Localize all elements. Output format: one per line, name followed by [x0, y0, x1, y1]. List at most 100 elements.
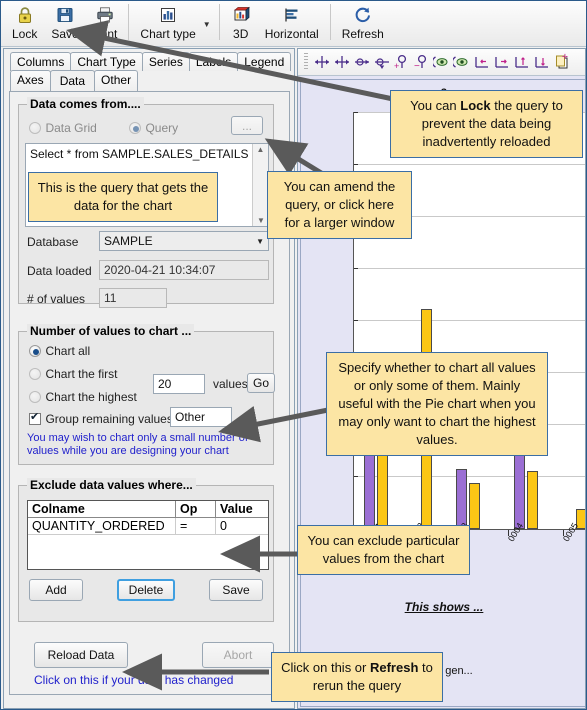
svg-text:✛: ✛ [562, 53, 568, 61]
expand-horizontal-icon[interactable] [353, 53, 371, 71]
toolbar-button-refresh[interactable]: Refresh [335, 1, 391, 45]
reload-data-button[interactable]: Reload Data [34, 642, 128, 668]
lock-icon [15, 4, 35, 26]
values-hint-line-1: You may wish to chart only a small numbe… [27, 432, 248, 444]
toolbar-label-save: Save [51, 27, 79, 41]
radio-icon-data-grid [29, 121, 41, 134]
radio-chart-first[interactable]: Chart the first [29, 365, 117, 383]
callout-refresh-text: Click on this or Refresh to rerun the qu… [281, 660, 433, 693]
tab-labels[interactable]: Labels [188, 52, 239, 71]
toolbar-label-refresh: Refresh [341, 27, 384, 41]
toolbar-grip-handle[interactable] [304, 53, 308, 71]
cube-3d-icon [231, 4, 251, 26]
show-right-icon[interactable] [453, 53, 471, 71]
num-values-field: 11 [99, 288, 167, 308]
move-vertical-icon[interactable] [333, 53, 351, 71]
radio-icon-chart-first [29, 367, 41, 380]
save-icon [55, 4, 75, 26]
bar-gold-0003 [469, 483, 480, 529]
gridline [354, 476, 585, 477]
database-label: Database [27, 235, 79, 249]
toolbar-button-save[interactable]: Save [44, 1, 85, 45]
tab-other[interactable]: Other [94, 70, 139, 91]
show-left-icon[interactable] [433, 53, 451, 71]
cell-colname: QUANTITY_ORDERED [28, 518, 176, 534]
go-button[interactable]: Go [247, 373, 275, 393]
group-remaining-input[interactable]: Other [170, 407, 232, 427]
expand-vertical-icon[interactable] [373, 53, 391, 71]
values-hint-line-2: values while you are designing your char… [27, 445, 229, 457]
callout-lock: You can Lock the query to prevent the da… [390, 90, 583, 158]
tab-axes[interactable]: Axes [10, 70, 51, 91]
callout-query: This is the query that gets the data for… [28, 172, 218, 222]
radio-label-chart-first: Chart the first [45, 366, 118, 381]
radio-icon-query [129, 121, 141, 134]
toolbar-button-3d[interactable]: 3D [224, 1, 258, 45]
axis-down-icon[interactable] [533, 53, 551, 71]
tab-columns[interactable]: Columns [10, 52, 72, 71]
toolbar-label-horizontal: Horizontal [264, 27, 319, 41]
toolbar-button-print[interactable]: Print [86, 1, 125, 45]
save-rules-button[interactable]: Save [209, 579, 263, 601]
query-scrollbar[interactable]: ▲ ▼ [252, 144, 268, 226]
chevron-down-icon[interactable]: ▼ [256, 237, 264, 246]
radio-chart-all[interactable]: Chart all [29, 342, 90, 360]
gridline [354, 268, 585, 269]
radio-query[interactable]: Query [129, 119, 178, 137]
group-remaining-value: Other [175, 410, 206, 424]
scroll-up-arrow-icon[interactable]: ▲ [253, 145, 268, 154]
toolbar-separator-1 [128, 4, 130, 40]
query-editor-button[interactable]: ... [231, 116, 263, 135]
gridline [354, 320, 585, 321]
callout-refresh: Click on this or Refresh to rerun the qu… [271, 652, 443, 702]
callout-lock-text: You can Lock the query to prevent the da… [410, 98, 563, 149]
toolbar-label-chart-type: Chart type [140, 27, 196, 41]
tab-chart-type[interactable]: Chart Type [70, 52, 143, 71]
radio-icon-chart-highest [29, 390, 41, 403]
main-toolbar: Lock Save Print Chart type ▼ 3D Horizont… [1, 1, 586, 47]
radio-chart-highest[interactable]: Chart the highest [29, 388, 137, 406]
checkbox-group-remaining[interactable]: Group remaining values as [29, 410, 189, 428]
settings-panel: Columns Chart Type Series Labels Legend … [3, 48, 295, 709]
tab-series[interactable]: Series [141, 52, 190, 71]
toolbar-button-horizontal[interactable]: Horizontal [258, 1, 326, 45]
toolbar-button-chart-type[interactable]: Chart type [133, 1, 202, 45]
values-count-input[interactable]: 20 [153, 374, 205, 394]
table-row[interactable]: QUANTITY_ORDERED = 0 [28, 518, 268, 535]
align-left-icon[interactable] [473, 53, 491, 71]
group-exclude-values: Exclude data values where... Colname Op … [18, 478, 274, 622]
copy-icon[interactable]: ✛ [553, 53, 571, 71]
cell-value: 0 [220, 519, 227, 533]
exclude-grid[interactable]: Colname Op Value QUANTITY_ORDERED = 0 [27, 500, 269, 570]
chart-note: This shows ... [404, 600, 484, 614]
toolbar-button-lock[interactable]: Lock [5, 1, 44, 45]
add-point-icon[interactable]: + [393, 53, 411, 71]
tab-data[interactable]: Data [49, 70, 96, 91]
chart-toolbar: + − ✛ [298, 49, 585, 76]
radio-data-grid[interactable]: Data Grid [29, 119, 97, 137]
svg-text:+: + [394, 61, 399, 71]
gridline [354, 164, 585, 165]
refresh-icon [353, 4, 373, 26]
radio-label-chart-all: Chart all [45, 343, 91, 358]
callout-amend: You can amend the query, or click here f… [267, 171, 412, 239]
toolbar-separator-2 [218, 4, 220, 40]
add-button[interactable]: Add [29, 579, 83, 601]
database-select[interactable]: SAMPLE ▼ [99, 231, 269, 251]
checkbox-label-group-remaining: Group remaining values as [45, 411, 189, 426]
abort-button: Abort [202, 642, 274, 668]
remove-point-icon[interactable]: − [413, 53, 431, 71]
move-horizontal-icon[interactable] [313, 53, 331, 71]
tab-legend[interactable]: Legend [237, 52, 292, 71]
toolbar-separator-3 [329, 4, 331, 40]
checkbox-icon-group-remaining [29, 411, 41, 425]
delete-button[interactable]: Delete [117, 579, 175, 601]
chevron-down-icon[interactable]: ▼ [203, 20, 215, 29]
toolbar-label-print: Print [92, 27, 118, 41]
tab-strip-row-1: Columns Chart Type Series Labels Legend [4, 52, 294, 71]
data-loaded-value-field: 2020-04-21 10:34:07 [99, 260, 269, 280]
bar-chart-icon [158, 4, 178, 26]
align-right-icon[interactable] [493, 53, 511, 71]
callout-specify: Specify whether to chart all values or o… [326, 352, 548, 456]
axis-up-icon[interactable] [513, 53, 531, 71]
